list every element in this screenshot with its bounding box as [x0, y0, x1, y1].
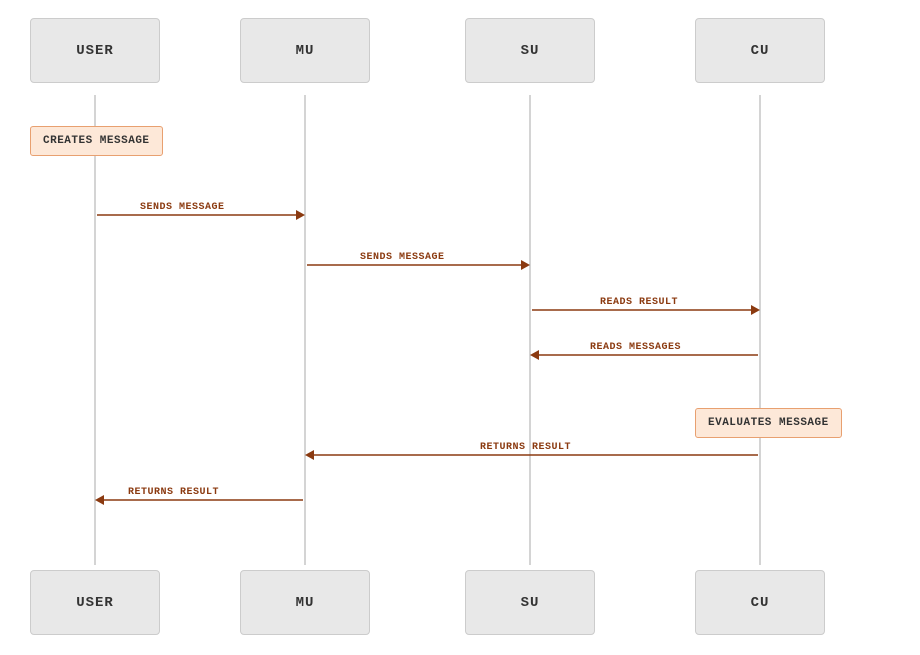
actor-su-bottom: SU: [465, 570, 595, 635]
actor-user-bottom-label: USER: [76, 595, 114, 611]
svg-text:RETURNS RESULT: RETURNS RESULT: [480, 442, 571, 453]
evaluates-message-note: EVALUATES MESSAGE: [695, 408, 842, 438]
actor-user-bottom: USER: [30, 570, 160, 635]
creates-message-text: CREATES MESSAGE: [43, 135, 150, 147]
actor-su-top-label: SU: [521, 43, 540, 59]
actor-cu-bottom-label: CU: [751, 595, 770, 611]
actor-cu-bottom: CU: [695, 570, 825, 635]
svg-text:RETURNS RESULT: RETURNS RESULT: [128, 487, 219, 498]
actor-mu-top: MU: [240, 18, 370, 83]
actor-mu-bottom-label: MU: [296, 595, 315, 611]
svg-text:READS RESULT: READS RESULT: [600, 297, 678, 308]
svg-text:SENDS MESSAGE: SENDS MESSAGE: [360, 252, 445, 263]
arrows-layer: SENDS MESSAGE SENDS MESSAGE READS RESULT…: [0, 0, 920, 655]
svg-text:SENDS MESSAGE: SENDS MESSAGE: [140, 202, 225, 213]
actor-user-top-label: USER: [76, 43, 114, 59]
actor-cu-top-label: CU: [751, 43, 770, 59]
sequence-diagram: SENDS MESSAGE SENDS MESSAGE READS RESULT…: [0, 0, 920, 655]
actor-su-top: SU: [465, 18, 595, 83]
actor-su-bottom-label: SU: [521, 595, 540, 611]
svg-text:READS MESSAGES: READS MESSAGES: [590, 342, 681, 353]
creates-message-note: CREATES MESSAGE: [30, 126, 163, 156]
evaluates-message-text: EVALUATES MESSAGE: [708, 417, 829, 429]
actor-mu-bottom: MU: [240, 570, 370, 635]
actor-user-top: USER: [30, 18, 160, 83]
actor-cu-top: CU: [695, 18, 825, 83]
actor-mu-top-label: MU: [296, 43, 315, 59]
